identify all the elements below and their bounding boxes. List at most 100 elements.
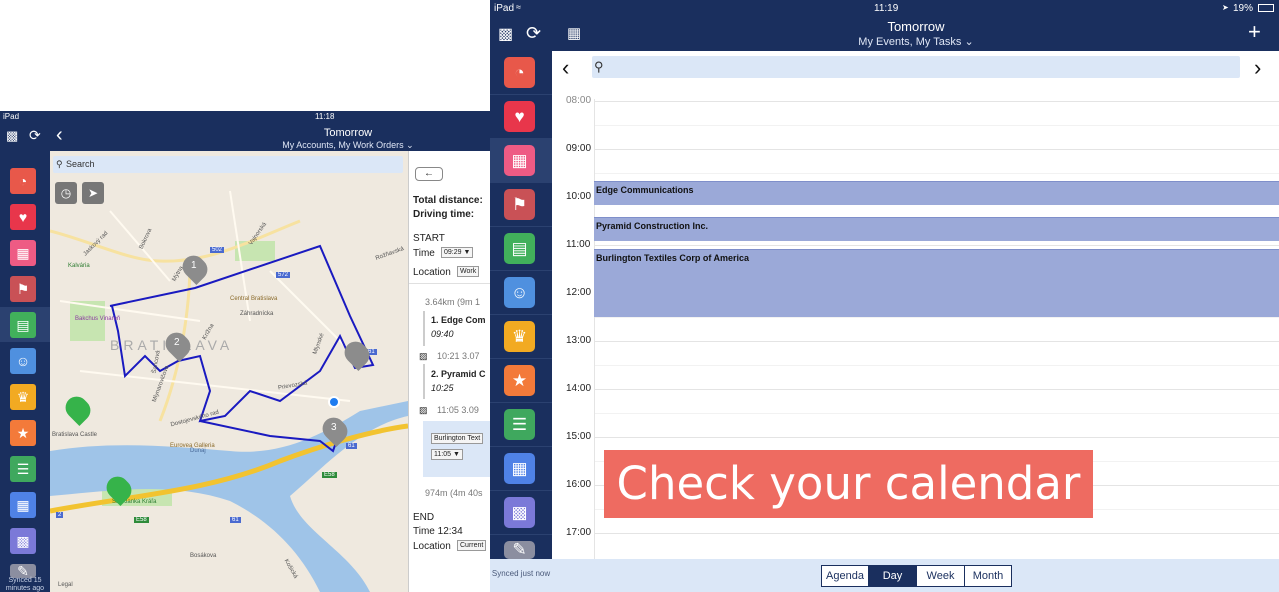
route-icon[interactable]: ▤	[10, 312, 36, 338]
stop-time-select[interactable]: 11:05 ▼	[431, 449, 463, 460]
map-search-placeholder: Search	[66, 159, 95, 169]
divider	[490, 314, 552, 315]
devices-icon[interactable]: ▩	[6, 128, 18, 144]
location-arrow-icon: ➤	[1222, 3, 1229, 12]
divider	[490, 402, 552, 403]
hour-line	[594, 101, 1279, 102]
half-hour-line	[594, 413, 1279, 414]
filter-selector[interactable]: My Accounts, My Work Orders ⌄	[230, 140, 466, 151]
map-screenshot: iPad 11:18 ▩ ⟳ ‹ Tomorrow My Accounts, M…	[0, 111, 490, 592]
contacts-icon[interactable]: ☺	[504, 277, 535, 308]
map-view[interactable]: BRATISLAVA Central Bratislava Bakchus Vi…	[50, 151, 408, 592]
star-icon[interactable]: ★	[504, 365, 535, 396]
filter-selector[interactable]: My Events, My Tasks ⌄	[784, 35, 1048, 48]
battery-level: 19%	[1233, 3, 1254, 14]
calendar-event[interactable]: Edge Communications	[594, 181, 1279, 205]
divider	[490, 226, 552, 227]
street-label: Záhradnícka	[240, 311, 274, 317]
start-time-select[interactable]: 09:29 ▼	[441, 247, 474, 258]
hour-line	[594, 389, 1279, 390]
end-location-label: Location	[413, 541, 451, 552]
start-label: START	[413, 233, 445, 244]
search-icon: ⚲	[56, 159, 63, 169]
radar-icon[interactable]: ◷	[55, 182, 77, 204]
map-legal-link[interactable]: Legal	[58, 582, 73, 588]
location-arrow-icon[interactable]: ➤	[82, 182, 104, 204]
devices-icon[interactable]: ▩	[498, 24, 513, 44]
start-time-value: 09:29	[444, 249, 462, 256]
buildings-icon[interactable]: ▦	[504, 453, 535, 484]
search-icon: ⚲	[594, 59, 604, 74]
notes-icon[interactable]: ✎	[504, 540, 535, 559]
street-label: Bosákova	[190, 553, 217, 559]
leg-info: 11:05 3.09	[437, 405, 479, 415]
star-icon[interactable]: ★	[10, 420, 36, 446]
calendar-icon[interactable]: ▦	[504, 145, 535, 176]
hour-line	[594, 149, 1279, 150]
map-icon[interactable]: ⚑	[504, 189, 535, 220]
driving-time-label: Driving time:	[413, 209, 475, 220]
buildings-icon[interactable]: ▦	[10, 492, 36, 518]
hour-line	[594, 245, 1279, 246]
map-icon[interactable]: ⚑	[10, 276, 36, 302]
tasks-icon[interactable]: ☰	[10, 456, 36, 482]
hour-line	[594, 533, 1279, 534]
calendar-today-icon[interactable]: ▦	[567, 24, 581, 42]
status-time: 11:18	[315, 112, 335, 121]
route-icon[interactable]: ▤	[504, 233, 535, 264]
chevron-down-icon: ⌄	[961, 36, 974, 48]
divider	[423, 364, 425, 399]
hour-label: 17:00	[566, 527, 592, 538]
hour-label: 14:00	[566, 383, 592, 394]
hour-label: 10:00	[566, 191, 592, 202]
notes-icon[interactable]: ✎	[10, 563, 36, 579]
sync-icon[interactable]: ⟳	[29, 127, 41, 144]
road-shield: 2	[56, 512, 64, 518]
road-shield: E58	[322, 472, 337, 478]
map-search-input[interactable]: ⚲ Search	[53, 156, 403, 173]
calendar-icon[interactable]: ▦	[10, 240, 36, 266]
heart-icon[interactable]: ♥	[10, 204, 36, 230]
sync-icon[interactable]: ⟳	[526, 23, 541, 44]
back-chevron-icon[interactable]: ‹	[56, 124, 63, 147]
next-day-chevron-icon[interactable]: ›	[1254, 55, 1261, 81]
add-icon[interactable]: +	[1248, 19, 1261, 45]
tab-day[interactable]: Day	[868, 565, 917, 587]
calendar-event[interactable]: Burlington Textiles Corp of America	[594, 249, 1279, 317]
end-location-select[interactable]: Current	[457, 540, 487, 551]
divider	[490, 182, 552, 183]
tab-month[interactable]: Month	[964, 565, 1012, 587]
promo-banner: Check your calendar	[604, 450, 1093, 518]
tasks-icon[interactable]: ☰	[504, 409, 535, 440]
dashboard-icon[interactable]: ◔	[10, 168, 36, 194]
card-icon[interactable]: ▩	[10, 528, 36, 554]
dashboard-icon[interactable]: ◔	[504, 57, 535, 88]
status-device: iPad	[494, 3, 515, 14]
prev-day-chevron-icon[interactable]: ‹	[562, 55, 569, 81]
tab-agenda[interactable]: Agenda	[821, 565, 869, 587]
half-hour-line	[594, 317, 1279, 318]
card-icon[interactable]: ▩	[504, 497, 535, 528]
nav-bar: ▩ ⟳ ▦ Tomorrow My Events, My Tasks ⌄ +	[490, 17, 1279, 51]
crown-icon[interactable]: ♛	[10, 384, 36, 410]
contacts-icon[interactable]: ☺	[10, 348, 36, 374]
hour-label: 15:00	[566, 431, 592, 442]
divider	[423, 311, 425, 346]
heart-icon[interactable]: ♥	[504, 101, 535, 132]
tab-week[interactable]: Week	[916, 565, 965, 587]
map-canvas[interactable]	[50, 151, 408, 592]
crown-icon[interactable]: ♛	[504, 321, 535, 352]
calendar-event[interactable]: Pyramid Construction Inc.	[594, 217, 1279, 241]
map-label-kalvaria: Kalvária	[68, 263, 90, 269]
stop-time-value: 11:05	[434, 451, 451, 458]
calendar-search-input[interactable]: ⚲	[592, 56, 1240, 78]
back-arrow-button[interactable]: ←	[415, 167, 443, 181]
hour-line	[594, 437, 1279, 438]
stop-name[interactable]: 2. Pyramid C	[431, 369, 486, 379]
end-time: Time 12:34	[413, 526, 463, 537]
start-location-select[interactable]: Work	[457, 266, 480, 277]
stop-name[interactable]: 1. Edge Com	[431, 315, 486, 325]
stop-account-select[interactable]: Burlington Text	[431, 433, 484, 444]
divider	[409, 283, 490, 284]
start-time-label: Time	[413, 248, 435, 259]
